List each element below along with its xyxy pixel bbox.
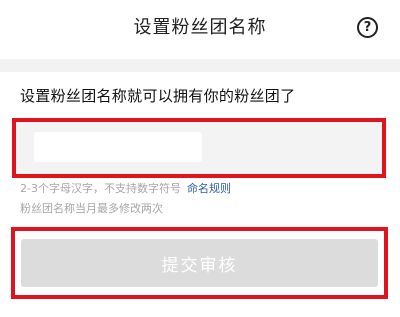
section-divider [0, 59, 400, 72]
submit-button-container: 提交审核 [11, 227, 388, 299]
page-title: 设置粉丝团名称 [133, 17, 267, 38]
naming-hint-text: 2-3个字母汉字，不支持数字符号 [20, 182, 181, 195]
naming-hint: 2-3个字母汉字，不支持数字符号 命名规则 [20, 181, 231, 197]
fan-club-name-screen: 设置粉丝团名称 ? 设置粉丝团名称就可以拥有你的粉丝团了 2-3个字母汉字，不支… [0, 0, 400, 317]
submit-review-button[interactable]: 提交审核 [21, 239, 378, 287]
instruction-text: 设置粉丝团名称就可以拥有你的粉丝团了 [20, 87, 296, 105]
question-circle-icon[interactable]: ? [357, 17, 378, 38]
help-glyph: ? [363, 20, 372, 35]
header: 设置粉丝团名称 ? [0, 0, 400, 58]
naming-rules-link[interactable]: 命名规则 [187, 182, 231, 195]
modify-limit-hint: 粉丝团名称当月最多修改两次 [20, 202, 163, 215]
redacted-input-value [34, 132, 202, 162]
fan-club-name-input-container [12, 118, 386, 178]
